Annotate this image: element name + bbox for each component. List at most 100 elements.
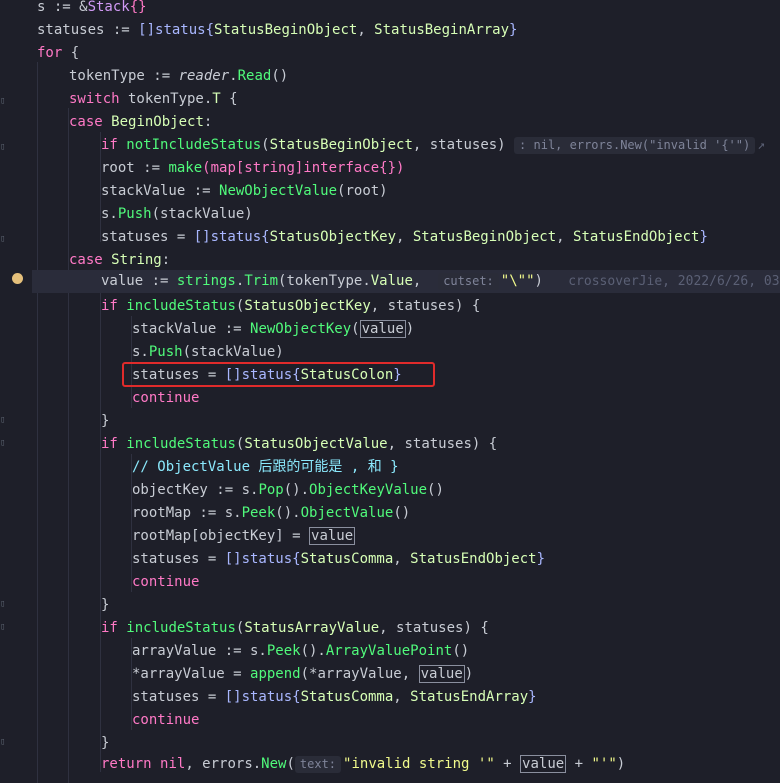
code-line-16[interactable]: s.Push(stackValue) bbox=[132, 341, 284, 364]
code-token: StatusBeginObject bbox=[412, 229, 557, 245]
inlay-hint: : nil, errors.New("invalid '{'") bbox=[514, 137, 756, 154]
code-line-9[interactable]: stackValue := NewObjectValue(root) bbox=[101, 180, 388, 203]
code-token: []status{ bbox=[138, 22, 215, 38]
code-token: () bbox=[427, 482, 444, 498]
external-link-icon[interactable]: ↗ bbox=[757, 138, 765, 153]
code-line-14[interactable]: if includeStatus(StatusObjectKey, status… bbox=[101, 295, 480, 318]
code-line-3[interactable]: for { bbox=[37, 42, 79, 65]
code-token: tokenType := bbox=[69, 68, 179, 84]
code-comment: // ObjectValue 后跟的可能是 , 和 } bbox=[132, 459, 399, 475]
code-token: statuses := bbox=[37, 22, 139, 38]
lightbulb-icon[interactable] bbox=[12, 273, 23, 284]
code-token: StatusEndObject bbox=[573, 229, 700, 245]
code-token: , statuses) { bbox=[370, 298, 481, 314]
code-token: statuses = bbox=[132, 551, 225, 567]
fold-icon[interactable]: ▯ bbox=[0, 598, 12, 610]
git-blame-annotation[interactable]: crossoverJie, 2022/6/26, 03:23 · bbox=[568, 274, 780, 289]
code-token: StatusComma bbox=[300, 689, 394, 705]
code-line-33[interactable]: } bbox=[101, 732, 109, 755]
code-line-13-current[interactable]: value := strings.Trim(tokenType.Value, c… bbox=[32, 270, 780, 293]
code-line-6[interactable]: case BeginObject: bbox=[69, 111, 212, 134]
code-line-18[interactable]: continue bbox=[132, 387, 199, 410]
code-token: value bbox=[309, 527, 356, 545]
code-line-23[interactable]: rootMap := s.Peek().ObjectValue() bbox=[132, 502, 410, 525]
code-line-10[interactable]: s.Push(stackValue) bbox=[101, 203, 253, 226]
code-line-28[interactable]: if includeStatus(StatusArrayValue, statu… bbox=[101, 617, 489, 640]
code-token: value := bbox=[101, 273, 177, 289]
fold-icon[interactable]: ▯ bbox=[0, 621, 12, 633]
gutter: ▯ ▯ ▯ ▯ ▯ ▯ ▯ ▯ bbox=[0, 0, 32, 783]
code-token: if bbox=[101, 620, 118, 636]
code-token: BeginObject bbox=[111, 114, 204, 130]
code-token: { bbox=[220, 91, 238, 107]
code-line-5[interactable]: switch tokenType.T { bbox=[69, 88, 238, 111]
code-line-31[interactable]: statuses = []status{StatusComma, StatusE… bbox=[132, 686, 537, 709]
code-token: Peek bbox=[241, 505, 276, 521]
code-token: reader bbox=[178, 68, 230, 84]
code-token: notIncludeStatus bbox=[126, 137, 262, 153]
code-line-4[interactable]: tokenType := reader.Read() bbox=[69, 65, 288, 88]
code-line-12[interactable]: case String: bbox=[69, 249, 170, 272]
fold-icon[interactable]: ▯ bbox=[0, 414, 12, 426]
code-line-26[interactable]: continue bbox=[132, 571, 199, 594]
code-line-15[interactable]: stackValue := NewObjectKey(value) bbox=[132, 318, 414, 341]
code-line-1[interactable]: s := &Stack{} bbox=[37, 0, 147, 19]
fold-icon[interactable]: ▯ bbox=[0, 95, 12, 107]
fold-icon[interactable]: ▯ bbox=[0, 437, 12, 449]
code-line-30[interactable]: *arrayValue = append(*arrayValue, value) bbox=[132, 663, 473, 686]
code-editor[interactable]: ▯ ▯ ▯ ▯ ▯ ▯ ▯ ▯ s := &Stack{} statuses :… bbox=[0, 0, 780, 783]
code-token: StatusArrayValue bbox=[244, 620, 380, 636]
code-token: . bbox=[229, 68, 238, 84]
code-token: ( bbox=[202, 160, 211, 176]
code-line-7[interactable]: if notIncludeStatus(StatusBeginObject, s… bbox=[101, 134, 765, 157]
code-token: } bbox=[536, 551, 546, 567]
highlight-box bbox=[122, 362, 435, 387]
code-token: , bbox=[393, 551, 411, 567]
code-line-27[interactable]: } bbox=[101, 594, 109, 617]
code-token: strings bbox=[176, 273, 236, 289]
code-token: , statuses) { bbox=[387, 436, 498, 452]
code-token: rootMap := s. bbox=[132, 505, 242, 521]
inlay-hint: text: bbox=[294, 756, 342, 773]
code-token: objectKey := s. bbox=[132, 482, 259, 498]
code-line-2[interactable]: statuses := []status{StatusBeginObject, … bbox=[37, 19, 517, 42]
fold-icon[interactable]: ▯ bbox=[0, 141, 12, 153]
code-token: , bbox=[396, 229, 413, 245]
fold-icon[interactable]: ▯ bbox=[0, 736, 12, 748]
code-token: value bbox=[359, 320, 406, 338]
code-token: , statuses) { bbox=[379, 620, 489, 636]
code-token: ObjectValue bbox=[300, 505, 394, 521]
code-line-24[interactable]: rootMap[objectKey] = value bbox=[132, 525, 356, 548]
code-token: NewObjectValue bbox=[219, 183, 338, 199]
code-token: Value bbox=[370, 273, 413, 289]
code-line-34[interactable]: return nil, errors.New(text: "invalid str… bbox=[101, 753, 625, 776]
code-line-25[interactable]: statuses = []status{StatusComma, StatusE… bbox=[132, 548, 545, 571]
code-token: StatusEndObject bbox=[410, 551, 537, 567]
code-line-21[interactable]: // ObjectValue 后跟的可能是 , 和 } bbox=[132, 456, 399, 479]
code-token: if bbox=[101, 436, 118, 452]
code-line-11[interactable]: statuses = []status{StatusObjectKey, Sta… bbox=[101, 226, 708, 249]
code-token: (). bbox=[283, 482, 310, 498]
code-token: , bbox=[357, 22, 375, 38]
indent-guide bbox=[37, 62, 38, 783]
code-token: if bbox=[101, 137, 118, 153]
code-line-8[interactable]: root := make(map[string]interface{}) bbox=[101, 157, 404, 180]
code-token: "'" bbox=[591, 756, 617, 772]
code-line-19[interactable]: } bbox=[101, 410, 109, 433]
code-token: Push bbox=[148, 344, 183, 360]
code-line-32[interactable]: continue bbox=[132, 709, 199, 732]
code-token: StatusObjectValue bbox=[244, 436, 388, 452]
code-token: StatusBeginArray bbox=[374, 22, 510, 38]
code-token: *arrayValue = bbox=[132, 666, 251, 682]
code-line-29[interactable]: arrayValue := s.Peek().ArrayValuePoint() bbox=[132, 640, 469, 663]
code-token: StatusObjectKey bbox=[269, 229, 397, 245]
fold-icon[interactable]: ▯ bbox=[0, 233, 12, 245]
code-line-20[interactable]: if includeStatus(StatusObjectValue, stat… bbox=[101, 433, 497, 456]
code-token: NewObjectKey bbox=[250, 321, 352, 337]
code-token: switch bbox=[69, 91, 120, 107]
code-token: ( bbox=[261, 137, 270, 153]
code-line-22[interactable]: objectKey := s.Pop().ObjectKeyValue() bbox=[132, 479, 444, 502]
code-token: ( bbox=[351, 321, 360, 337]
